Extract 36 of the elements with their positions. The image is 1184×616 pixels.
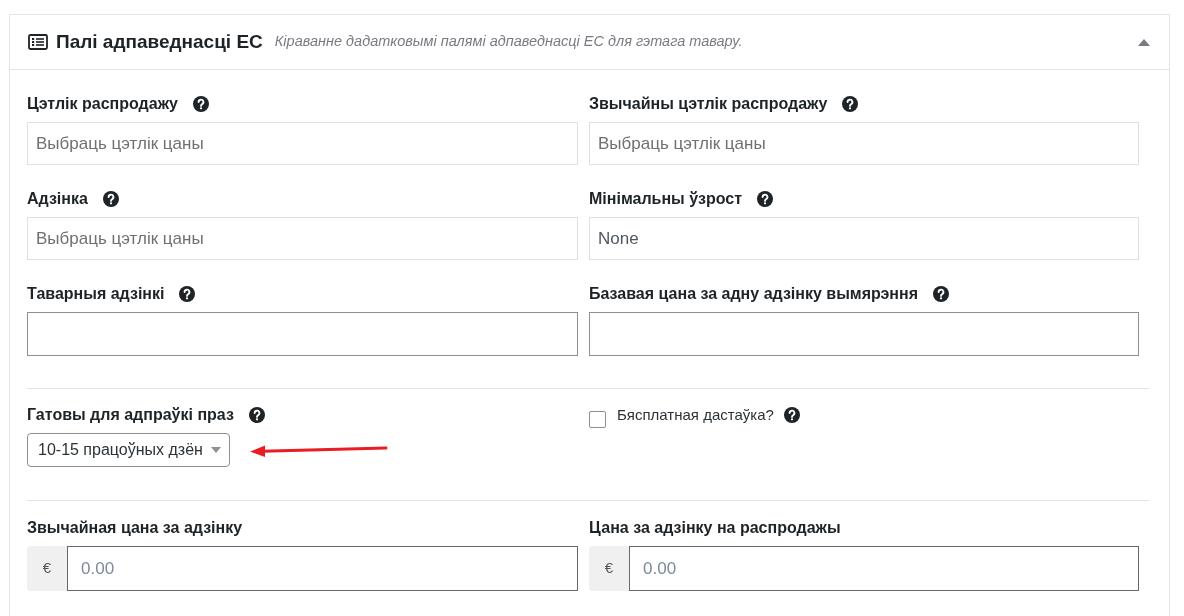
select-field[interactable]: None (589, 217, 1139, 260)
arrow-icon (250, 443, 388, 457)
input-field[interactable] (589, 312, 1139, 356)
field-label: Цана за адзінку на распродажы (589, 518, 841, 538)
checkbox[interactable] (589, 411, 606, 428)
input-field[interactable] (27, 312, 578, 356)
field-label: Адзінка (27, 189, 88, 209)
field-label: Базавая цана за адну адзінку вымярэння (589, 284, 919, 304)
help-icon[interactable] (842, 96, 859, 112)
currency-addon: € (27, 546, 67, 591)
help-icon[interactable] (192, 96, 209, 112)
select-field[interactable]: Выбраць цэтлік цаны (589, 122, 1139, 165)
price-input[interactable]: 0.00 (67, 546, 578, 591)
checkbox-label: Бясплатная дастаўка? (617, 405, 774, 425)
field-label: Звычайны цэтлік распродажу (589, 94, 828, 114)
help-icon[interactable] (783, 407, 800, 423)
field-label: Гатовы для адпраўкі праз (27, 405, 234, 425)
select-field[interactable]: Выбраць цэтлік цаны (27, 217, 578, 260)
select-field[interactable]: Выбраць цэтлік цаны (27, 122, 578, 165)
help-icon[interactable] (179, 286, 196, 302)
field-label: Звычайная цана за адзінку (27, 518, 243, 538)
caret-icon (211, 447, 221, 453)
help-icon[interactable] (102, 191, 119, 207)
price-input[interactable]: 0.00 (629, 546, 1139, 591)
help-icon[interactable] (248, 407, 265, 423)
field-label: Цэтлік распродажу (27, 94, 178, 114)
dropdown-select[interactable]: 10-15 працоўных дзён (27, 433, 230, 467)
panel-title: Палі адпаведнасці ЕС (56, 29, 263, 54)
help-icon[interactable] (757, 191, 774, 207)
caret-icon[interactable] (1138, 38, 1150, 46)
panel-description: Кіраванне дадатковымі палямі адпаведнасці ЕС для гэтага тавару. (274, 32, 743, 52)
currency-addon: € (589, 546, 629, 591)
list-icon (28, 34, 48, 50)
help-icon[interactable] (933, 286, 950, 302)
field-label: Таварныя адзінкі (27, 284, 165, 304)
field-label: Мінімальны ўзрост (589, 189, 743, 209)
